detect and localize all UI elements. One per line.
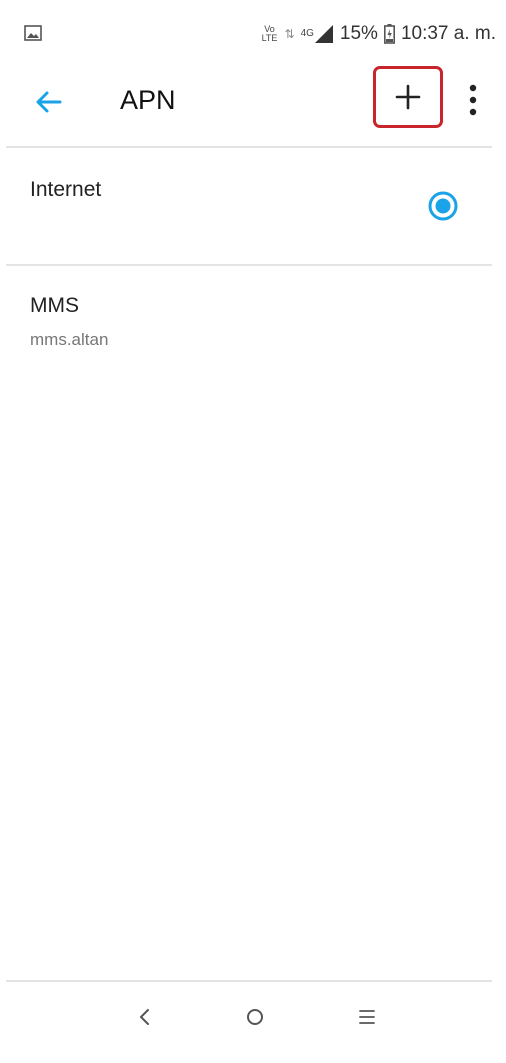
app-bar: APN: [0, 66, 506, 146]
page-title: APN: [120, 85, 176, 115]
image-notification-icon: [24, 25, 42, 41]
home-circle-icon[interactable]: [240, 1002, 270, 1032]
apn-item-internet[interactable]: Internet: [0, 148, 506, 264]
volte-indicator: Vo LTE: [261, 25, 279, 43]
battery-icon: [383, 24, 395, 44]
more-vertical-icon[interactable]: [456, 80, 490, 120]
data-arrows-icon: ⇅: [284, 27, 295, 41]
apn-screen: Vo LTE ⇅ 4G 15% 10:37 a. m. APN Internet…: [0, 0, 506, 1063]
menu-lines-icon[interactable]: [352, 1002, 382, 1032]
radio-selected-icon[interactable]: [427, 190, 459, 222]
apn-item-mms[interactable]: MMS mms.altan: [0, 266, 506, 376]
arrow-back-icon[interactable]: [30, 84, 66, 120]
apn-name: Internet: [30, 178, 102, 201]
apn-subtitle: mms.altan: [30, 330, 109, 349]
add-apn-button[interactable]: [373, 66, 443, 128]
plus-icon: [395, 84, 421, 110]
battery-percent: 15%: [339, 23, 378, 44]
apn-name: MMS: [30, 294, 79, 317]
status-time: 10:37 a. m.: [400, 23, 496, 44]
volte-bottom-text: LTE: [261, 33, 278, 43]
status-icons: Vo LTE ⇅ 4G 15% 10:37 a. m.: [261, 22, 496, 46]
signal-icon: [314, 25, 333, 43]
back-chevron-icon[interactable]: [130, 1002, 160, 1032]
status-bar: Vo LTE ⇅ 4G 15% 10:37 a. m.: [0, 0, 506, 66]
signal-group: 4G: [301, 24, 334, 44]
network-type-label: 4G: [300, 28, 314, 39]
navigation-bar: [0, 982, 506, 1063]
